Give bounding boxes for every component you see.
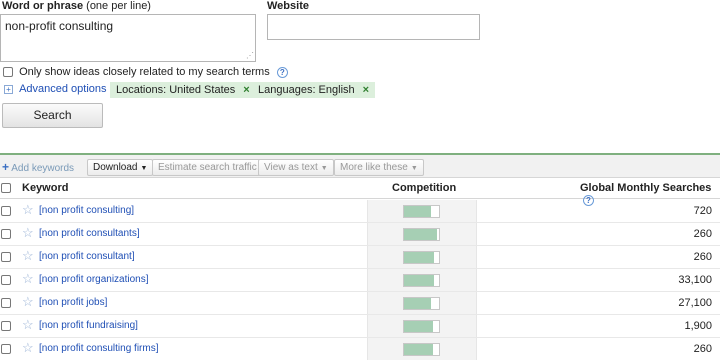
advanced-options-link[interactable]: + Advanced options — [4, 83, 107, 95]
competition-bar-fill — [404, 229, 438, 240]
keyword-link[interactable]: [non profit consulting firms] — [39, 343, 159, 354]
competition-column-header[interactable]: Competition — [392, 182, 456, 194]
gms-value: 260 — [693, 251, 712, 263]
table-row: ☆ [non profit consultants] 260 — [0, 223, 720, 246]
gms-column-label: Global Monthly Searches — [580, 182, 712, 194]
competition-bar — [403, 320, 440, 333]
competition-cell — [367, 269, 477, 291]
only-related-label: Only show ideas closely related to my se… — [19, 66, 270, 78]
table-row: ☆ [non profit consulting firms] 260 — [0, 338, 720, 360]
estimate-traffic-button[interactable]: Estimate search traffic — [152, 159, 263, 176]
competition-bar-fill — [404, 298, 432, 309]
competition-cell — [367, 200, 477, 222]
competition-bar-fill — [404, 252, 435, 263]
competition-cell — [367, 223, 477, 245]
competition-cell — [367, 338, 477, 360]
language-chip-label: Languages: English — [258, 84, 355, 96]
row-checkbox[interactable] — [1, 321, 11, 331]
row-checkbox[interactable] — [1, 275, 11, 285]
view-as-text-button[interactable]: View as text ▼ — [258, 159, 334, 176]
star-icon[interactable]: ☆ — [22, 272, 34, 286]
download-label: Download — [93, 162, 138, 173]
download-button[interactable]: Download ▼ — [87, 159, 154, 176]
select-all-checkbox[interactable] — [1, 183, 11, 193]
competition-bar-fill — [404, 321, 433, 332]
table-row: ☆ [non profit fundraising] 1,900 — [0, 315, 720, 338]
estimate-traffic-label: Estimate search traffic — [158, 162, 257, 173]
location-chip-label: Locations: United States — [116, 84, 236, 96]
keyword-link[interactable]: [non profit consultant] — [39, 251, 135, 262]
row-checkbox[interactable] — [1, 298, 11, 308]
competition-bar — [403, 251, 440, 264]
add-keywords-label: Add keywords — [11, 163, 75, 174]
table-row: ☆ [non profit consulting] 720 — [0, 200, 720, 223]
expand-plus-icon: + — [4, 84, 13, 94]
website-label: Website — [267, 0, 309, 12]
only-related-row: Only show ideas closely related to my se… — [3, 66, 288, 78]
more-like-these-button[interactable]: More like these ▼ — [334, 159, 424, 176]
advanced-options-label: Advanced options — [19, 83, 107, 95]
only-related-checkbox[interactable] — [3, 67, 13, 78]
language-chip[interactable]: Languages: English × — [252, 82, 376, 98]
chevron-down-icon: ▼ — [410, 165, 418, 172]
remove-chip-icon[interactable]: × — [243, 84, 249, 96]
competition-cell — [367, 292, 477, 314]
view-as-text-label: View as text — [264, 162, 318, 173]
chevron-down-icon: ▼ — [140, 165, 148, 172]
competition-bar-fill — [404, 344, 434, 355]
more-like-these-label: More like these — [340, 162, 408, 173]
resize-grip-icon[interactable]: ⋰ — [246, 52, 254, 60]
search-button[interactable]: Search — [2, 103, 103, 128]
competition-bar — [403, 343, 440, 356]
word-phrase-value: non-profit consulting — [5, 19, 114, 33]
gms-value: 33,100 — [678, 274, 712, 286]
add-keywords-button[interactable]: + Add keywords — [2, 160, 74, 176]
keyword-link[interactable]: [non profit fundraising] — [39, 320, 138, 331]
gms-value: 27,100 — [678, 297, 712, 309]
location-chip[interactable]: Locations: United States × — [110, 82, 256, 98]
competition-bar — [403, 205, 440, 218]
star-icon[interactable]: ☆ — [22, 341, 34, 355]
table-row: ☆ [non profit consultant] 260 — [0, 246, 720, 269]
keyword-link[interactable]: [non profit consultants] — [39, 228, 140, 239]
word-phrase-textarea[interactable]: non-profit consulting ⋰ — [0, 14, 256, 62]
competition-cell — [367, 315, 477, 337]
competition-bar-fill — [404, 275, 435, 286]
star-icon[interactable]: ☆ — [22, 295, 34, 309]
competition-bar — [403, 297, 440, 310]
keyword-link[interactable]: [non profit organizations] — [39, 274, 149, 285]
website-input[interactable] — [267, 14, 480, 40]
table-row: ☆ [non profit jobs] 27,100 — [0, 292, 720, 315]
star-icon[interactable]: ☆ — [22, 249, 34, 263]
word-phrase-hint: (one per line) — [86, 0, 151, 12]
star-icon[interactable]: ☆ — [22, 203, 34, 217]
row-checkbox[interactable] — [1, 229, 11, 239]
keyword-column-header[interactable]: Keyword — [22, 182, 68, 194]
plus-icon: + — [2, 160, 10, 174]
star-icon[interactable]: ☆ — [22, 226, 34, 240]
keyword-link[interactable]: [non profit jobs] — [39, 297, 107, 308]
gms-value: 260 — [693, 343, 712, 355]
table-header: Keyword Competition Global Monthly Searc… — [0, 178, 720, 206]
competition-cell — [367, 246, 477, 268]
gms-value: 720 — [693, 205, 712, 217]
row-checkbox[interactable] — [1, 344, 11, 354]
table-row: ☆ [non profit organizations] 33,100 — [0, 269, 720, 292]
keyword-link[interactable]: [non profit consulting] — [39, 205, 134, 216]
row-checkbox[interactable] — [1, 252, 11, 262]
competition-bar — [403, 274, 440, 287]
word-phrase-label: Word or phrase (one per line) — [2, 0, 151, 12]
chevron-down-icon: ▼ — [320, 165, 328, 172]
gms-value: 260 — [693, 228, 712, 240]
gms-value: 1,900 — [684, 320, 712, 332]
help-icon[interactable]: ? — [276, 66, 288, 78]
competition-bar — [403, 228, 440, 241]
results-toolbar: + Add keywords Download ▼ Estimate search… — [0, 153, 720, 178]
remove-chip-icon[interactable]: × — [363, 84, 369, 96]
row-checkbox[interactable] — [1, 206, 11, 216]
star-icon[interactable]: ☆ — [22, 318, 34, 332]
competition-bar-fill — [404, 206, 432, 217]
